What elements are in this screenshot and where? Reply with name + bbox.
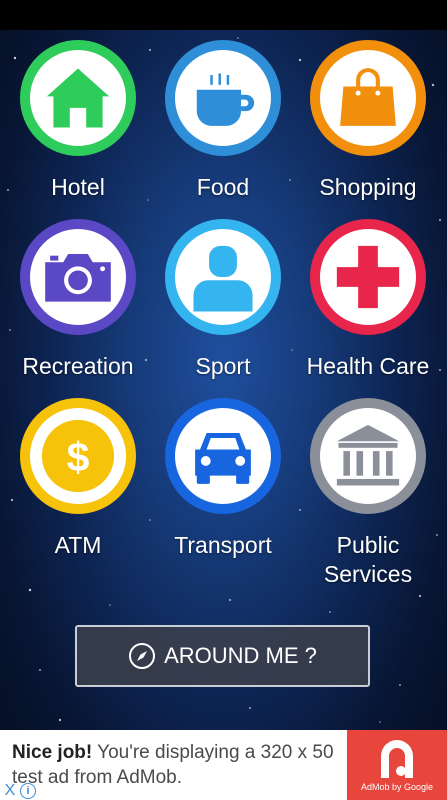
bank-building-icon <box>310 398 426 514</box>
ad-brand: AdMob by Google <box>360 782 434 792</box>
around-me-button[interactable]: AROUND ME ? <box>75 625 370 687</box>
category-label: Health Care <box>306 353 430 379</box>
house-icon <box>20 40 136 156</box>
medical-cross-icon <box>310 219 426 335</box>
admob-icon <box>381 740 413 778</box>
category-label: ATM <box>54 532 102 558</box>
info-icon[interactable]: i <box>20 783 36 799</box>
category-shopping[interactable]: Shopping <box>298 40 438 202</box>
category-health-care[interactable]: Health Care <box>298 219 438 381</box>
camera-icon <box>20 219 136 335</box>
category-label: Hotel <box>51 174 105 200</box>
category-hotel[interactable]: Hotel <box>8 40 148 202</box>
dollar-coin-icon: $ <box>20 398 136 514</box>
ad-choices[interactable]: X i <box>0 782 44 800</box>
category-public-services[interactable]: Public Services <box>298 398 438 589</box>
status-bar <box>0 0 447 30</box>
category-label: Sport <box>195 353 251 379</box>
category-transport[interactable]: Transport <box>153 398 293 560</box>
category-sport[interactable]: Sport <box>153 219 293 381</box>
around-me-label: AROUND ME ? <box>164 643 317 668</box>
category-food[interactable]: Food <box>153 40 293 202</box>
category-label: Recreation <box>22 353 134 379</box>
close-icon[interactable]: X <box>0 782 20 800</box>
category-label: Public Services <box>323 532 413 587</box>
car-icon <box>165 398 281 514</box>
category-recreation[interactable]: Recreation <box>8 219 148 381</box>
category-atm[interactable]: $ ATM <box>8 398 148 560</box>
category-label: Shopping <box>319 174 417 200</box>
ad-text: Nice job! You're displaying a 320 x 50 t… <box>12 740 342 790</box>
category-label: Food <box>196 174 250 200</box>
ad-headline: Nice job! <box>12 742 93 763</box>
svg-text:$: $ <box>67 434 90 480</box>
compass-icon <box>129 643 156 669</box>
coffee-cup-icon <box>165 40 281 156</box>
admob-logo: AdMob by Google <box>347 730 447 800</box>
ad-banner[interactable]: Nice job! You're displaying a 320 x 50 t… <box>0 730 447 800</box>
person-icon <box>165 219 281 335</box>
shopping-bag-icon <box>310 40 426 156</box>
category-label: Transport <box>174 532 272 558</box>
